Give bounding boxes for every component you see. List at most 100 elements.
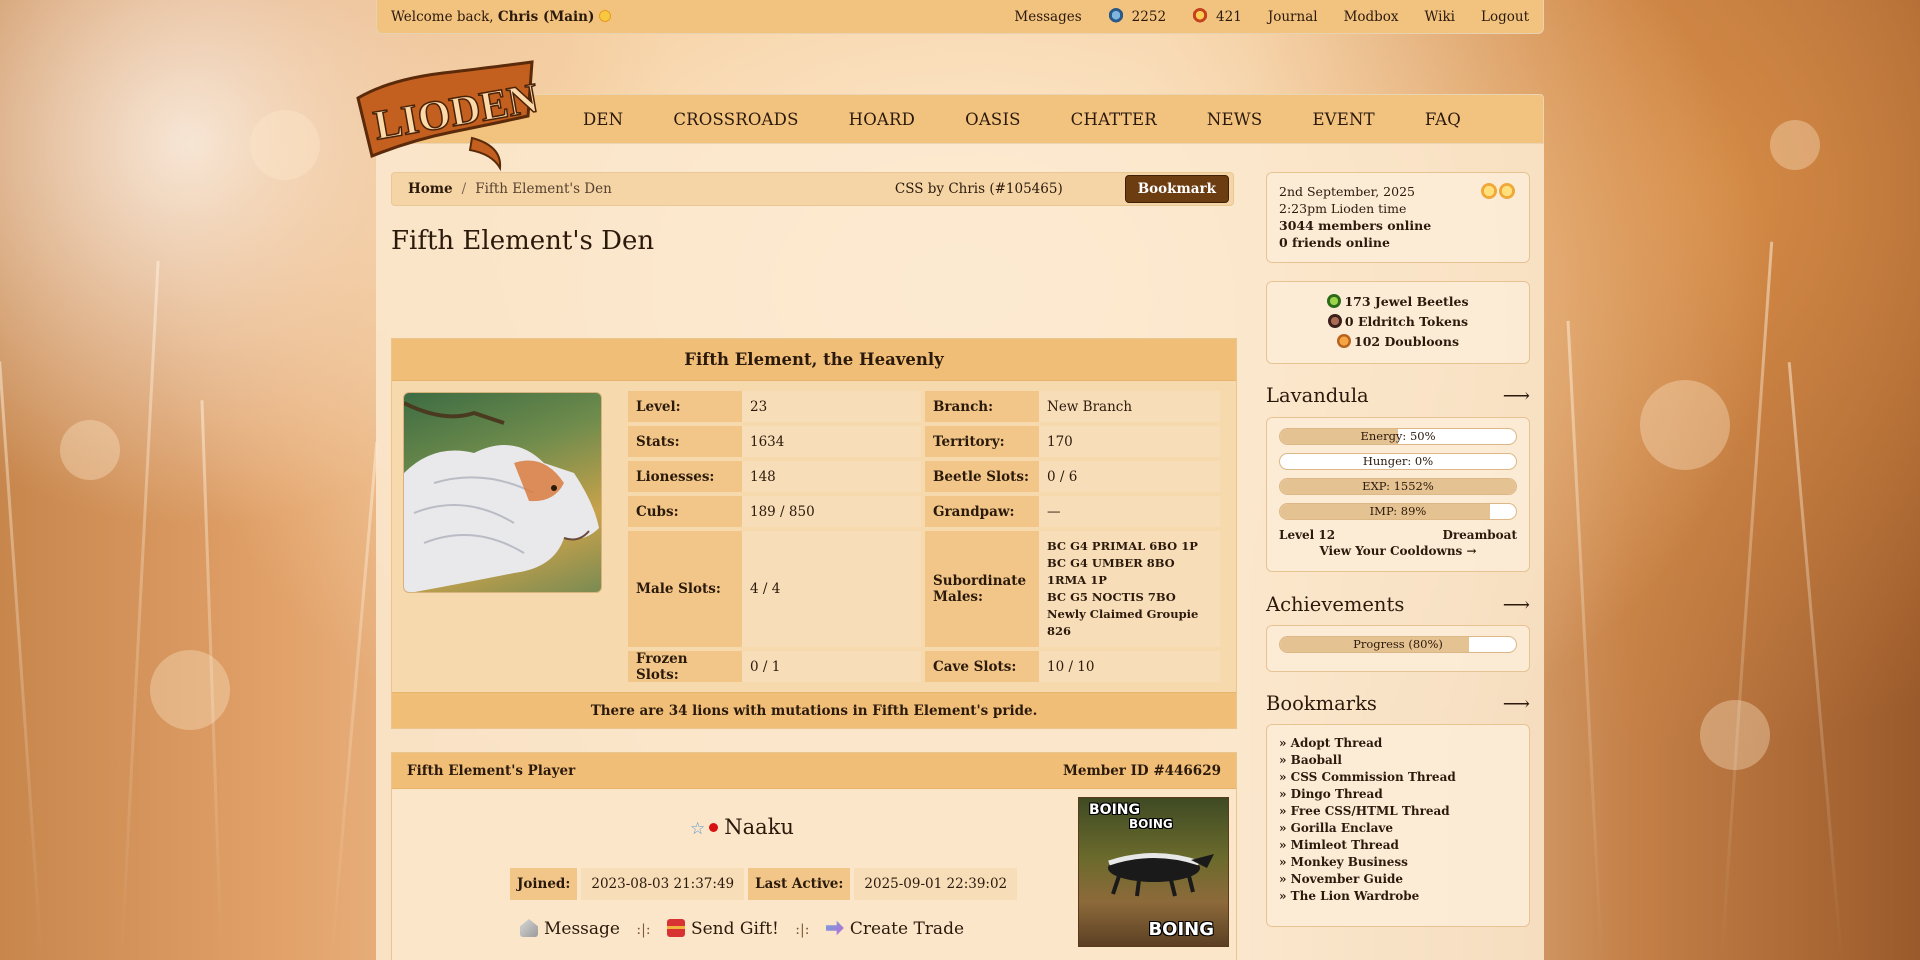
- action-divider: :|:: [636, 922, 651, 938]
- breadcrumb-home[interactable]: Home: [408, 181, 453, 197]
- level-label: Level:: [628, 391, 742, 422]
- welcome-message: Welcome back, Chris (Main): [391, 9, 1014, 25]
- members-online[interactable]: 3044 members online: [1279, 218, 1431, 233]
- css-credit[interactable]: CSS by Chris (#105465): [895, 181, 1063, 197]
- create-trade-button[interactable]: Create Trade: [825, 919, 965, 939]
- main-nav: DEN CROSSROADS HOARD OASIS CHATTER NEWS …: [376, 94, 1544, 144]
- bookmark-link[interactable]: » CSS Commission Thread: [1279, 769, 1517, 786]
- sun-icon: [1499, 183, 1515, 199]
- site-info-box: 2nd September, 2025 2:23pm Lioden time 3…: [1266, 172, 1530, 263]
- modbox-link[interactable]: Modbox: [1344, 9, 1399, 25]
- cave-slots-label: Cave Slots:: [925, 651, 1039, 682]
- player-name[interactable]: Naaku: [724, 815, 794, 839]
- nav-news[interactable]: NEWS: [1207, 110, 1263, 129]
- branch-value[interactable]: New Branch: [1039, 391, 1220, 422]
- bookmark-link[interactable]: » Dingo Thread: [1279, 786, 1517, 803]
- lion-portrait[interactable]: [403, 392, 602, 593]
- lavandula-header: Lavandula ⟶: [1266, 384, 1530, 407]
- bookmark-link[interactable]: » The Lion Wardrobe: [1279, 888, 1517, 905]
- bokeh-decoration: [150, 650, 230, 730]
- subordinate-male-link[interactable]: BC G4 UMBER 8BO 1RMA 1P: [1047, 555, 1212, 589]
- breadcrumb: Home / Fifth Element's Den CSS by Chris …: [391, 172, 1234, 206]
- arrow-right-icon[interactable]: ⟶: [1503, 693, 1530, 715]
- beetle-slots-value: 0 / 6: [1039, 461, 1220, 492]
- grass-decoration: [0, 361, 43, 960]
- player-avatar[interactable]: BOING BOING BOING: [1078, 797, 1229, 947]
- arrow-right-icon[interactable]: ⟶: [1503, 594, 1530, 616]
- exp-bar: EXP: 1552%: [1279, 478, 1517, 495]
- lavandula-box: Energy: 50% Hunger: 0% EXP: 1552% IMP: 8…: [1266, 417, 1530, 572]
- create-trade-label: Create Trade: [849, 919, 965, 939]
- username[interactable]: Chris (Main): [498, 9, 595, 25]
- grass-decoration: [120, 260, 160, 960]
- weather-icons: [1479, 183, 1515, 203]
- bookmarks-title[interactable]: Bookmarks: [1266, 692, 1377, 715]
- subordinate-male-link[interactable]: BC G5 NOCTIS 7BO: [1047, 589, 1176, 606]
- nav-oasis[interactable]: OASIS: [965, 110, 1021, 129]
- bokeh-decoration: [60, 420, 120, 480]
- friends-online[interactable]: 0 friends online: [1279, 235, 1390, 250]
- frozen-slots-value: 0 / 1: [742, 651, 921, 682]
- eldritch-tokens: 0 Eldritch Tokens: [1344, 314, 1469, 329]
- message-button[interactable]: Message: [519, 919, 620, 939]
- joined-value: 2023-08-03 21:37:49: [581, 868, 745, 900]
- bookmarks-box: » Adopt Thread » Baoball » CSS Commissio…: [1266, 724, 1530, 927]
- bookmark-link[interactable]: » Free CSS/HTML Thread: [1279, 803, 1517, 820]
- territory-label: Territory:: [925, 426, 1039, 457]
- nav-chatter[interactable]: CHATTER: [1071, 110, 1157, 129]
- bokeh-decoration: [1640, 380, 1730, 470]
- lavandula-name: Dreamboat: [1442, 528, 1517, 542]
- doubloon-icon: [1337, 334, 1351, 348]
- page-title: Fifth Element's Den: [391, 226, 655, 256]
- coins-link[interactable]: 421: [1192, 8, 1242, 25]
- imp-bar: IMP: 89%: [1279, 503, 1517, 520]
- beetle-icon: [1107, 8, 1124, 24]
- bookmark-link[interactable]: » Monkey Business: [1279, 854, 1517, 871]
- lavandula-title[interactable]: Lavandula: [1266, 384, 1369, 407]
- joined-label: Joined:: [510, 868, 578, 900]
- nav-event[interactable]: EVENT: [1312, 110, 1374, 129]
- subordinate-male-link[interactable]: Newly Claimed Groupie 826: [1047, 606, 1212, 640]
- bookmark-link[interactable]: » Mimleot Thread: [1279, 837, 1517, 854]
- wiki-link[interactable]: Wiki: [1425, 9, 1455, 25]
- bookmark-button[interactable]: Bookmark: [1124, 175, 1229, 203]
- arrow-right-icon[interactable]: ⟶: [1503, 385, 1530, 407]
- lionesses-label: Lionesses:: [628, 461, 742, 492]
- nav-hoard[interactable]: HOARD: [849, 110, 915, 129]
- energy-bar: Energy: 50%: [1279, 428, 1517, 445]
- nav-den[interactable]: DEN: [583, 110, 623, 129]
- bookmark-link[interactable]: » Gorilla Enclave: [1279, 820, 1517, 837]
- send-gift-label: Send Gift!: [690, 919, 779, 939]
- bookmarks-header: Bookmarks ⟶: [1266, 692, 1530, 715]
- view-cooldowns-link[interactable]: View Your Cooldowns →: [1279, 544, 1517, 558]
- breadcrumb-current: Fifth Element's Den: [475, 181, 612, 197]
- stats-value: 1634: [742, 426, 921, 457]
- journal-link[interactable]: Journal: [1268, 9, 1318, 25]
- messages-link[interactable]: Messages: [1014, 9, 1081, 25]
- grass-decoration: [1566, 320, 1603, 960]
- currency-box: 173 Jewel Beetles 0 Eldritch Tokens 102 …: [1266, 281, 1530, 364]
- nav-faq[interactable]: FAQ: [1425, 110, 1461, 129]
- bookmark-link[interactable]: » Adopt Thread: [1279, 735, 1517, 752]
- logout-link[interactable]: Logout: [1481, 9, 1529, 25]
- lion-name-heading[interactable]: Fifth Element, the Heavenly: [392, 339, 1236, 381]
- send-gift-button[interactable]: Send Gift!: [666, 919, 779, 939]
- subordinate-male-link[interactable]: BC G4 PRIMAL 6BO 1P: [1047, 538, 1198, 555]
- jewel-beetles: 173 Jewel Beetles: [1344, 294, 1469, 309]
- message-label: Message: [543, 919, 620, 939]
- last-active-label: Last Active:: [748, 868, 851, 900]
- beetles-link[interactable]: 2252: [1107, 8, 1166, 25]
- achievements-box: Progress (80%): [1266, 625, 1530, 672]
- grass-decoration: [200, 400, 223, 960]
- member-id: Member ID #446629: [1062, 762, 1221, 779]
- bookmark-link[interactable]: » November Guide: [1279, 871, 1517, 888]
- bookmark-link[interactable]: » Baoball: [1279, 752, 1517, 769]
- lioden-logo[interactable]: LIODEN: [352, 58, 540, 174]
- achievements-title[interactable]: Achievements: [1266, 593, 1404, 616]
- nav-crossroads[interactable]: CROSSROADS: [673, 110, 798, 129]
- doubloons: 102 Doubloons: [1354, 334, 1459, 349]
- bokeh-decoration: [250, 110, 320, 180]
- star-icon: ☆: [690, 819, 706, 839]
- subordinate-males-list: BC G4 PRIMAL 6BO 1P BC G4 UMBER 8BO 1RMA…: [1039, 531, 1220, 647]
- imp-label: IMP: 89%: [1369, 504, 1427, 518]
